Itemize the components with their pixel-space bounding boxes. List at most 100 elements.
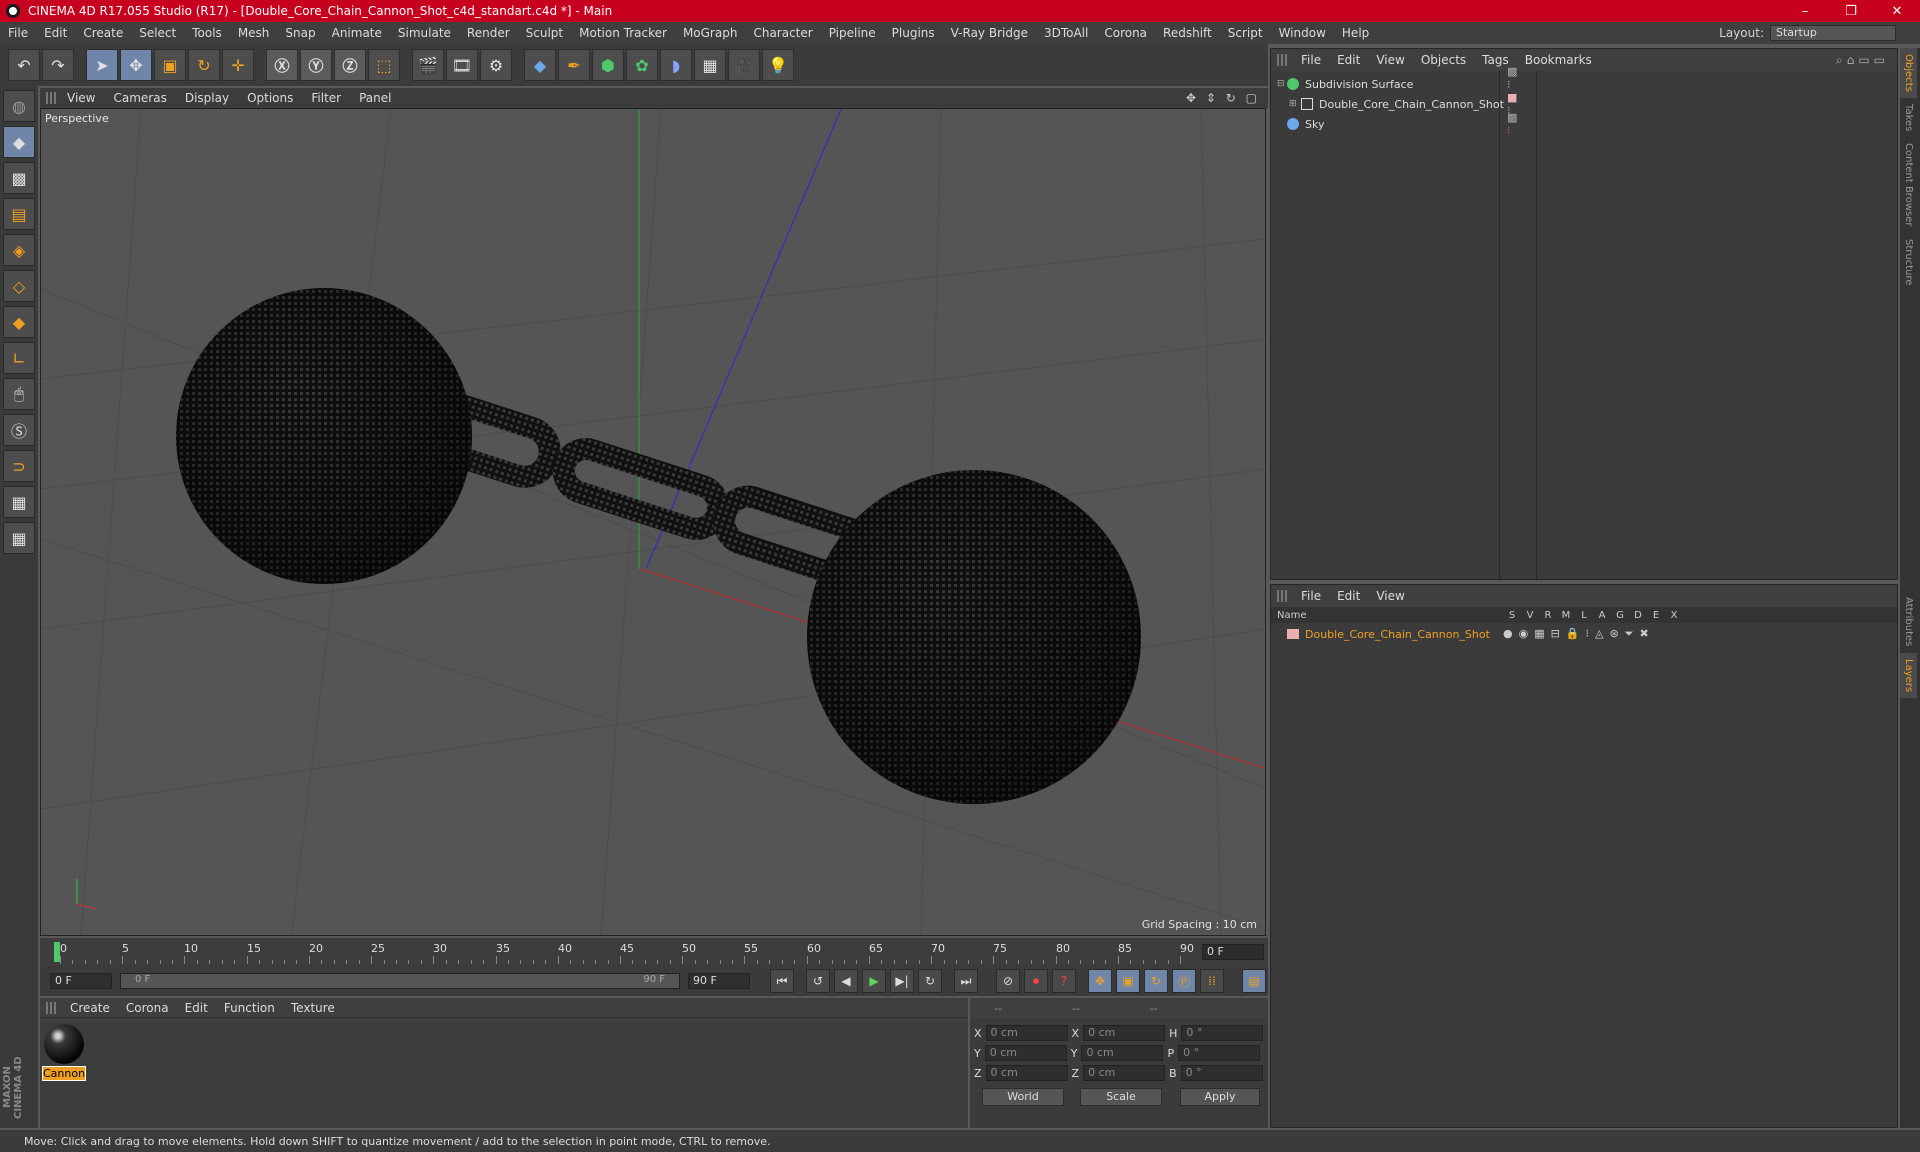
object-grip-icon[interactable] (1277, 54, 1289, 66)
render-picture-viewer-icon[interactable]: 🎞 (446, 49, 478, 81)
render-settings-icon[interactable]: ⚙ (480, 49, 512, 81)
rotation-b-field[interactable]: 0 ° (1180, 1065, 1263, 1081)
current-frame-field[interactable]: 0 F (1202, 944, 1264, 960)
timeline-window-icon[interactable]: ▤ (1242, 969, 1266, 993)
layer-flag-icons[interactable]: ●◉▦⊟🔒⁝◬⊛⏷✖ (1503, 627, 1655, 641)
rotate-tool-icon[interactable]: ↻ (188, 49, 220, 81)
y-axis-lock-icon[interactable]: Ⓨ (300, 49, 332, 81)
objects-menu-objects[interactable]: Objects (1413, 53, 1474, 67)
floor-scene-icon[interactable]: ▦ (694, 49, 726, 81)
tab-structure[interactable]: Structure (1900, 233, 1917, 292)
layer-col-deformers[interactable]: D (1629, 610, 1647, 621)
menu-help[interactable]: Help (1334, 26, 1377, 40)
next-key-icon[interactable]: ↻ (918, 969, 942, 993)
playhead-marker[interactable] (54, 942, 60, 962)
object-row-chain-cannon[interactable]: ⊞ Double_Core_Chain_Cannon_Shot ■ ⁝ (1289, 91, 1517, 117)
position-z-field[interactable]: 0 cm (985, 1065, 1068, 1081)
tweak-mode-icon[interactable]: 🖱 (3, 378, 35, 410)
menu-vray-bridge[interactable]: V-Ray Bridge (943, 26, 1036, 40)
layer-col-animation[interactable]: A (1593, 610, 1611, 621)
objects-menu-bookmarks[interactable]: Bookmarks (1517, 53, 1600, 67)
apply-button[interactable]: Apply (1180, 1088, 1260, 1106)
menu-pipeline[interactable]: Pipeline (821, 26, 884, 40)
key-rotation-icon[interactable]: ↻ (1144, 969, 1168, 993)
redo-icon[interactable]: ↷ (42, 49, 74, 81)
tab-takes[interactable]: Takes (1900, 98, 1917, 137)
material-menu-function[interactable]: Function (216, 1001, 283, 1015)
record-active-icon[interactable]: ⏺ (1024, 969, 1048, 993)
object-row-subdivision-surface[interactable]: ⊟ Subdivision Surface ▩ ⁝ ✔ (1277, 65, 1517, 104)
viewport-menu-filter[interactable]: Filter (302, 91, 350, 105)
workplane-icon[interactable]: ▤ (3, 198, 35, 230)
objects-menu-edit[interactable]: Edit (1329, 53, 1368, 67)
layers-menu-view[interactable]: View (1368, 589, 1412, 603)
layer-col-locked[interactable]: L (1575, 610, 1593, 621)
menu-script[interactable]: Script (1220, 26, 1271, 40)
locked-workplane-icon[interactable]: ▦ (3, 486, 35, 518)
viewport-grip-icon[interactable] (46, 92, 58, 104)
objects-menu-view[interactable]: View (1368, 53, 1412, 67)
viewport-menu-options[interactable]: Options (238, 91, 302, 105)
planar-workplane-icon[interactable]: ▦ (3, 522, 35, 554)
model-mode-icon[interactable]: ◆ (3, 126, 35, 158)
preview-range-slider[interactable]: 0 F 90 F (120, 973, 680, 989)
previous-key-icon[interactable]: ↺ (806, 969, 830, 993)
autokey-icon[interactable]: ? (1052, 969, 1076, 993)
size-z-field[interactable]: 0 cm (1083, 1065, 1166, 1081)
edges-mode-icon[interactable]: ◇ (3, 270, 35, 302)
layer-col-manager[interactable]: M (1557, 610, 1575, 621)
material-swatch-cannon[interactable]: Cannon (42, 1024, 86, 1081)
scale-tool-icon[interactable]: ▣ (154, 49, 186, 81)
menu-simulate[interactable]: Simulate (390, 26, 459, 40)
rotation-h-field[interactable]: 0 ° (1181, 1025, 1264, 1041)
expand-icon[interactable]: ⊞ (1289, 99, 1301, 109)
collapse-icon[interactable]: ⊟ (1277, 79, 1287, 89)
undo-icon[interactable]: ↶ (8, 49, 40, 81)
go-to-start-icon[interactable]: ⏮ (770, 969, 794, 993)
deformer-icon[interactable]: ◗ (660, 49, 692, 81)
layer-col-expressions[interactable]: E (1647, 610, 1665, 621)
layer-col-render[interactable]: R (1539, 610, 1557, 621)
tab-objects[interactable]: Objects (1900, 48, 1917, 98)
array-mograph-icon[interactable]: ✿ (626, 49, 658, 81)
live-selection-icon[interactable]: ➤ (86, 49, 118, 81)
timeline-ticks[interactable]: 0 5 10 15 20 25 30 35 40 45 50 55 60 65 70 75 80 85 90 (52, 942, 1202, 964)
menu-mograph[interactable]: MoGraph (675, 26, 746, 40)
menu-create[interactable]: Create (75, 26, 131, 40)
objects-menu-file[interactable]: File (1293, 53, 1329, 67)
menu-render[interactable]: Render (459, 26, 518, 40)
visibility-flags-icon[interactable]: ▩ ⁝ (1507, 111, 1517, 137)
points-mode-icon[interactable]: ◈ (3, 234, 35, 266)
start-frame-field[interactable]: 0 F (50, 973, 112, 989)
viewport-menu-cameras[interactable]: Cameras (104, 91, 175, 105)
solo-mode-icon[interactable]: Ⓢ (3, 414, 35, 446)
light-icon[interactable]: 💡 (762, 49, 794, 81)
end-frame-field[interactable]: 90 F (688, 973, 750, 989)
polygons-mode-icon[interactable]: ◆ (3, 306, 35, 338)
object-row-sky[interactable]: Sky ▩ ⁝ (1277, 111, 1517, 137)
viewport-menu-display[interactable]: Display (176, 91, 238, 105)
layer-col-xref[interactable]: X (1665, 610, 1683, 621)
move-tool-icon[interactable]: ✥ (120, 49, 152, 81)
next-frame-icon[interactable]: ▶| (890, 969, 914, 993)
timeline-ruler[interactable]: 0 5 10 15 20 25 30 35 40 45 50 55 60 65 70 75 80 85 90 0 F (40, 938, 1268, 966)
tab-layers[interactable]: Layers (1900, 652, 1917, 698)
render-view-icon[interactable]: 🎬 (412, 49, 444, 81)
material-menu-create[interactable]: Create (62, 1001, 118, 1015)
menu-snap[interactable]: Snap (277, 26, 323, 40)
snap-magnet-icon[interactable]: ⊃ (3, 450, 35, 482)
key-position-icon[interactable]: ✥ (1088, 969, 1112, 993)
material-grip-icon[interactable] (46, 1001, 58, 1014)
x-axis-lock-icon[interactable]: Ⓧ (266, 49, 298, 81)
coordinate-mode-dropdown[interactable]: World (982, 1088, 1064, 1106)
camera-icon[interactable]: 🎥 (728, 49, 760, 81)
material-menu-texture[interactable]: Texture (283, 1001, 343, 1015)
menu-file[interactable]: File (0, 26, 36, 40)
pen-spline-icon[interactable]: ✒ (558, 49, 590, 81)
menu-tools[interactable]: Tools (184, 26, 230, 40)
position-x-field[interactable]: 0 cm (985, 1025, 1068, 1041)
size-y-field[interactable]: 0 cm (1081, 1045, 1164, 1061)
layer-col-generators[interactable]: G (1611, 610, 1629, 621)
menu-plugins[interactable]: Plugins (884, 26, 943, 40)
previous-frame-icon[interactable]: ◀ (834, 969, 858, 993)
